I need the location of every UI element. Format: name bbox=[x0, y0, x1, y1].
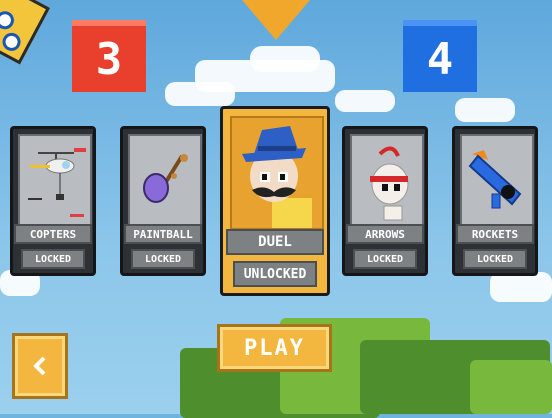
rockets-art bbox=[460, 134, 534, 226]
top-pointer-icon bbox=[242, 0, 310, 40]
arrows-art bbox=[350, 134, 424, 226]
play-button[interactable]: PLAY bbox=[217, 324, 332, 372]
mode-name: COPTERS bbox=[14, 224, 92, 244]
mode-card-copters[interactable]: COPTERS LOCKED bbox=[10, 126, 96, 276]
mode-card-paintball[interactable]: PAINTBALL LOCKED bbox=[120, 126, 206, 276]
red-team-score: 3 bbox=[72, 20, 146, 92]
blue-team-score: 4 bbox=[403, 20, 477, 92]
paintball-gun-icon bbox=[143, 154, 188, 203]
bush bbox=[470, 360, 552, 414]
mode-status: LOCKED bbox=[21, 249, 85, 269]
duel-art bbox=[230, 116, 324, 230]
archer-icon bbox=[370, 146, 409, 221]
helicopter-icon bbox=[28, 148, 86, 217]
mode-status: LOCKED bbox=[353, 249, 417, 269]
mode-status: LOCKED bbox=[131, 249, 195, 269]
cloud bbox=[165, 82, 235, 106]
paintball-art bbox=[128, 134, 202, 226]
mode-card-arrows[interactable]: ARROWS LOCKED bbox=[342, 126, 428, 276]
cloud bbox=[455, 98, 515, 122]
mode-name: ARROWS bbox=[346, 224, 424, 244]
cloud bbox=[250, 46, 320, 72]
copters-art bbox=[18, 134, 92, 226]
mode-name: ROCKETS bbox=[456, 224, 534, 244]
mode-status: LOCKED bbox=[463, 249, 527, 269]
mode-card-rockets[interactable]: ROCKETS LOCKED bbox=[452, 126, 538, 276]
back-arrow-icon bbox=[33, 356, 46, 376]
mode-name: DUEL bbox=[226, 229, 324, 255]
back-button[interactable] bbox=[12, 333, 68, 399]
rocket-launcher-icon bbox=[468, 150, 522, 209]
mode-name: PAINTBALL bbox=[124, 224, 202, 244]
cloud bbox=[335, 90, 395, 112]
mode-card-duel[interactable]: DUEL UNLOCKED bbox=[220, 106, 330, 296]
mode-status: UNLOCKED bbox=[233, 261, 317, 287]
cloud bbox=[490, 272, 552, 302]
cowboy-icon bbox=[242, 126, 312, 228]
